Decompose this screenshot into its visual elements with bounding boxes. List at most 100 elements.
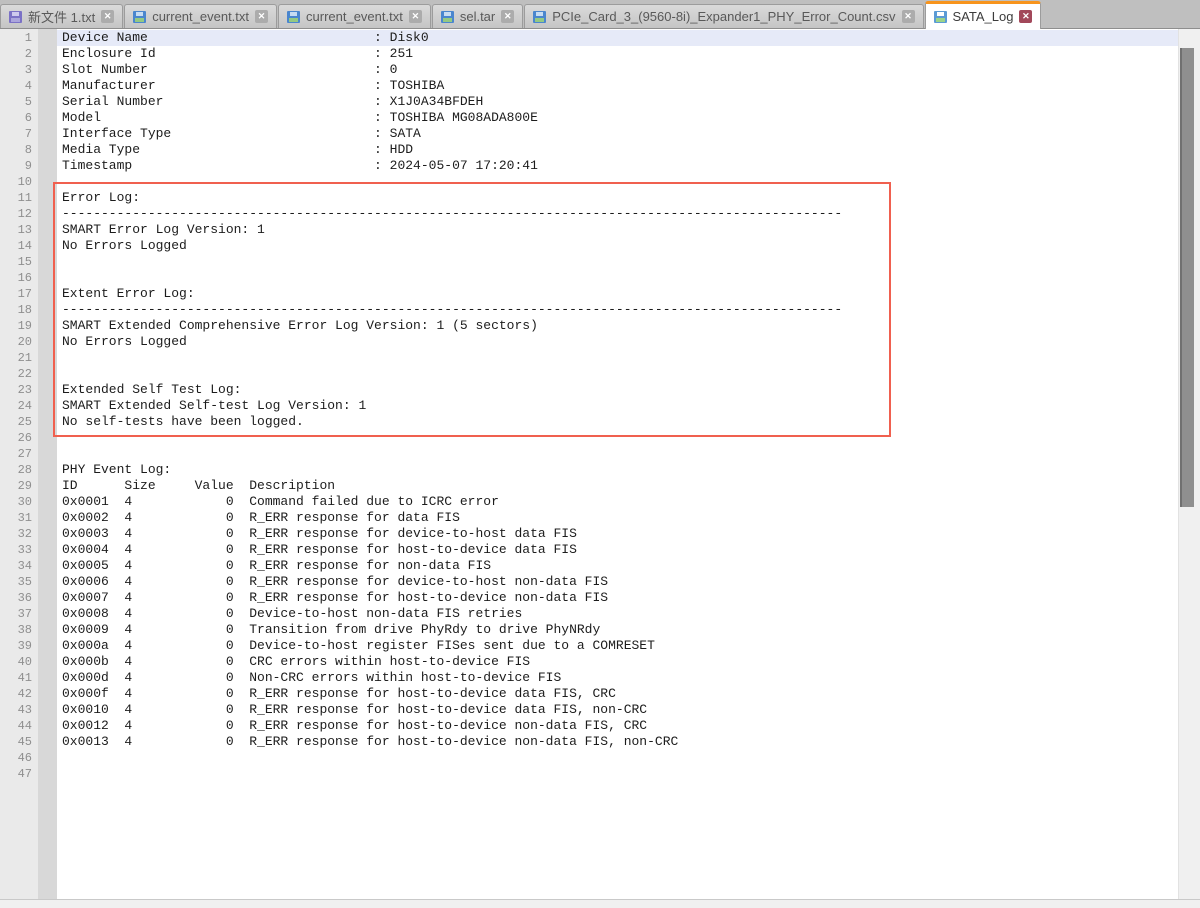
- line-number: 16: [0, 270, 38, 286]
- bookmark-cell: [38, 478, 57, 494]
- code-line: 9 Timestamp : 2024-05-07 17:20:41: [0, 158, 1178, 174]
- scrollbar-thumb[interactable]: [1180, 48, 1194, 507]
- line-text: 0x000d 4 0 Non-CRC errors within host-to…: [57, 670, 1178, 686]
- close-icon[interactable]: ✕: [255, 10, 268, 23]
- line-number: 6: [0, 110, 38, 126]
- line-number: 9: [0, 158, 38, 174]
- line-number: 8: [0, 142, 38, 158]
- vertical-scrollbar[interactable]: [1178, 29, 1200, 899]
- line-text: 0x0012 4 0 R_ERR response for host-to-de…: [57, 718, 1178, 734]
- line-number: 33: [0, 542, 38, 558]
- floppy-blue-icon: [934, 11, 947, 23]
- line-number: 24: [0, 398, 38, 414]
- line-text: [57, 366, 1178, 382]
- code-line: 42 0x000f 4 0 R_ERR response for host-to…: [0, 686, 1178, 702]
- line-number: 1: [0, 30, 38, 46]
- floppy-blue-icon: [441, 11, 454, 23]
- line-number: 45: [0, 734, 38, 750]
- code-line: 33 0x0004 4 0 R_ERR response for host-to…: [0, 542, 1178, 558]
- line-number: 27: [0, 446, 38, 462]
- tab-label: SATA_Log: [953, 9, 1014, 24]
- floppy-blue-icon: [133, 11, 146, 23]
- close-icon[interactable]: ✕: [1019, 10, 1032, 23]
- line-text: 0x000b 4 0 CRC errors within host-to-dev…: [57, 654, 1178, 670]
- line-number: 18: [0, 302, 38, 318]
- floppy-blue-icon: [287, 11, 300, 23]
- bookmark-cell: [38, 766, 57, 782]
- bookmark-cell: [38, 750, 57, 766]
- line-number: 28: [0, 462, 38, 478]
- editor-lines: 1 Device Name : Disk0 2 Enclosure Id : 2…: [0, 30, 1178, 782]
- line-text: 0x000f 4 0 R_ERR response for host-to-de…: [57, 686, 1178, 702]
- line-text: Extended Self Test Log:: [57, 382, 1178, 398]
- line-text: No Errors Logged: [57, 238, 1178, 254]
- tab[interactable]: current_event.txt ✕: [124, 4, 277, 28]
- line-number: 13: [0, 222, 38, 238]
- bookmark-cell: [38, 350, 57, 366]
- line-text: 0x0004 4 0 R_ERR response for host-to-de…: [57, 542, 1178, 558]
- bookmark-cell: [38, 94, 57, 110]
- code-line: 34 0x0005 4 0 R_ERR response for non-dat…: [0, 558, 1178, 574]
- line-text: [57, 270, 1178, 286]
- tab-label: sel.tar: [460, 9, 495, 24]
- line-number: 43: [0, 702, 38, 718]
- bookmark-cell: [38, 622, 57, 638]
- line-text: [57, 446, 1178, 462]
- code-line: 2 Enclosure Id : 251: [0, 46, 1178, 62]
- line-number: 2: [0, 46, 38, 62]
- code-line: 24 SMART Extended Self-test Log Version:…: [0, 398, 1178, 414]
- line-number: 47: [0, 766, 38, 782]
- bookmark-cell: [38, 254, 57, 270]
- floppy-violet-icon: [9, 11, 22, 23]
- close-icon[interactable]: ✕: [501, 10, 514, 23]
- code-line: 18 -------------------------------------…: [0, 302, 1178, 318]
- code-line: 21: [0, 350, 1178, 366]
- line-number: 36: [0, 590, 38, 606]
- code-line: 31 0x0002 4 0 R_ERR response for data FI…: [0, 510, 1178, 526]
- line-text: [57, 766, 1178, 782]
- line-text: Error Log:: [57, 190, 1178, 206]
- bookmark-cell: [38, 430, 57, 446]
- bookmark-cell: [38, 222, 57, 238]
- code-line: 38 0x0009 4 0 Transition from drive PhyR…: [0, 622, 1178, 638]
- line-text: ----------------------------------------…: [57, 302, 1178, 318]
- line-text: No Errors Logged: [57, 334, 1178, 350]
- code-line: 3 Slot Number : 0: [0, 62, 1178, 78]
- tab[interactable]: sel.tar ✕: [432, 4, 523, 28]
- line-text: [57, 254, 1178, 270]
- bookmark-cell: [38, 462, 57, 478]
- tab[interactable]: current_event.txt ✕: [278, 4, 431, 28]
- bookmark-cell: [38, 286, 57, 302]
- code-line: 25 No self-tests have been logged.: [0, 414, 1178, 430]
- line-number: 37: [0, 606, 38, 622]
- line-number: 42: [0, 686, 38, 702]
- bookmark-cell: [38, 734, 57, 750]
- line-number: 35: [0, 574, 38, 590]
- bookmark-cell: [38, 30, 57, 46]
- line-number: 7: [0, 126, 38, 142]
- code-line: 47: [0, 766, 1178, 782]
- bookmark-cell: [38, 158, 57, 174]
- close-icon[interactable]: ✕: [409, 10, 422, 23]
- code-line: 23 Extended Self Test Log:: [0, 382, 1178, 398]
- line-text: 0x0002 4 0 R_ERR response for data FIS: [57, 510, 1178, 526]
- tab[interactable]: PCIe_Card_3_(9560-8i)_Expander1_PHY_Erro…: [524, 4, 923, 28]
- line-number: 10: [0, 174, 38, 190]
- line-text: Enclosure Id : 251: [57, 46, 1178, 62]
- line-number: 5: [0, 94, 38, 110]
- line-number: 3: [0, 62, 38, 78]
- bookmark-cell: [38, 542, 57, 558]
- close-icon[interactable]: ✕: [101, 10, 114, 23]
- line-text: 0x0001 4 0 Command failed due to ICRC er…: [57, 494, 1178, 510]
- editor-area: 1 Device Name : Disk0 2 Enclosure Id : 2…: [0, 29, 1200, 899]
- code-line: 35 0x0006 4 0 R_ERR response for device-…: [0, 574, 1178, 590]
- tab[interactable]: 新文件 1.txt ✕: [0, 4, 123, 28]
- code-line: 37 0x0008 4 0 Device-to-host non-data FI…: [0, 606, 1178, 622]
- close-icon[interactable]: ✕: [902, 10, 915, 23]
- bookmark-cell: [38, 46, 57, 62]
- tab[interactable]: SATA_Log ✕: [925, 1, 1042, 29]
- bookmark-cell: [38, 318, 57, 334]
- bookmark-cell: [38, 366, 57, 382]
- line-number: 11: [0, 190, 38, 206]
- line-text: 0x0008 4 0 Device-to-host non-data FIS r…: [57, 606, 1178, 622]
